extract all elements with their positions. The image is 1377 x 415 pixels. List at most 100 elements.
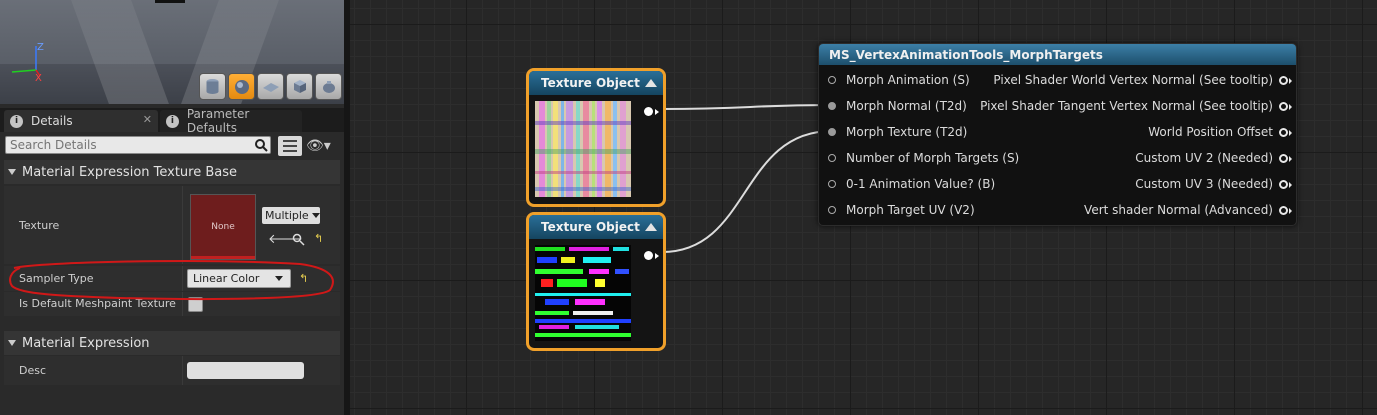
input-pin-row[interactable]: Morph Texture (T2d) (828, 122, 967, 142)
details-panel: Z X i Details ✕ i Parameter Defaults Sea… (0, 0, 344, 415)
input-pin-row[interactable]: Morph Normal (T2d) (828, 96, 967, 116)
info-icon: i (10, 114, 23, 128)
info-icon: i (166, 114, 179, 128)
chevron-down-icon (311, 213, 320, 218)
plane-icon (262, 82, 279, 92)
plane-preview-button[interactable] (257, 73, 284, 100)
material-node-title: MS_VertexAnimationTools_MorphTargets (829, 47, 1103, 62)
output-pin-row[interactable]: Vert shader Normal (Advanced) (1084, 200, 1292, 220)
cube-preview-button[interactable] (286, 73, 313, 100)
input-pin[interactable] (828, 128, 836, 136)
collapse-arrow-icon (8, 169, 16, 175)
teapot-icon (322, 80, 335, 93)
input-pin-row[interactable]: 0-1 Animation Value? (B) (828, 174, 995, 194)
output-pin[interactable] (1279, 127, 1292, 137)
texture-object-node[interactable]: Texture Object (526, 212, 666, 351)
texture-dropdown-value: Multiple (265, 209, 309, 222)
output-pin-row[interactable]: Pixel Shader Tangent Vertex Normal (See … (980, 96, 1292, 116)
tab-details[interactable]: i Details ✕ (4, 110, 158, 132)
category-texture-base[interactable]: Material Expression Texture Base (4, 160, 340, 184)
sphere-icon (234, 79, 249, 94)
category-material-expression[interactable]: Material Expression (4, 331, 340, 355)
texture-preview-image (535, 245, 631, 341)
axis-z-label: Z (37, 42, 44, 53)
input-pin[interactable] (828, 206, 836, 214)
input-pin[interactable] (828, 102, 836, 110)
material-node-header[interactable]: MS_VertexAnimationTools_MorphTargets (819, 44, 1296, 65)
collapse-up-icon[interactable] (645, 223, 657, 231)
material-graph-canvas[interactable]: Texture Object Texture Object MS_VertexA… (350, 0, 1377, 415)
texture-object-node[interactable]: Texture Object (526, 68, 666, 207)
sphere-preview-button[interactable] (228, 73, 255, 100)
material-function-node[interactable]: MS_VertexAnimationTools_MorphTargets Mor… (818, 43, 1297, 226)
input-pin[interactable] (828, 180, 836, 188)
output-pin[interactable] (1279, 179, 1292, 189)
input-pin-row[interactable]: Morph Animation (S) (828, 70, 970, 90)
reset-to-default-icon[interactable]: ↰ (299, 272, 308, 285)
output-pin-label: Pixel Shader World Vertex Normal (See to… (993, 73, 1273, 87)
output-pin[interactable] (1279, 205, 1292, 215)
collapse-up-icon[interactable] (645, 79, 657, 87)
desc-input[interactable] (187, 362, 304, 379)
node-header[interactable]: Texture Object (529, 71, 663, 95)
column-divider (182, 186, 183, 264)
preview-viewport[interactable]: Z X (0, 0, 344, 104)
cylinder-icon (206, 79, 219, 94)
column-divider (182, 266, 183, 291)
desc-label: Desc (19, 364, 47, 377)
axis-x-label: X (35, 73, 42, 82)
input-pin[interactable] (828, 76, 836, 84)
custom-mesh-preview-button[interactable] (315, 73, 342, 100)
tab-parameter-defaults[interactable]: i Parameter Defaults (160, 107, 302, 135)
category-material-expression-label: Material Expression (22, 335, 150, 351)
texture-output-pin[interactable] (644, 107, 659, 116)
output-pin-row[interactable]: World Position Offset (1148, 122, 1292, 142)
preview-mesh-edge (155, 0, 185, 3)
output-pin-row[interactable]: Custom UV 3 (Needed) (1135, 174, 1292, 194)
input-pin-label: Morph Target UV (V2) (846, 203, 975, 217)
input-pin-row[interactable]: Number of Morph Targets (S) (828, 148, 1019, 168)
search-details-input[interactable] (5, 136, 271, 154)
meshpaint-label: Is Default Meshpaint Texture (19, 297, 176, 310)
column-divider (182, 356, 183, 385)
texture-value: None (211, 222, 235, 232)
output-pin-label: Pixel Shader Tangent Vertex Normal (See … (980, 99, 1273, 113)
output-pin-label: Custom UV 3 (Needed) (1135, 177, 1273, 191)
texture-output-pin[interactable] (644, 251, 659, 260)
meshpaint-checkbox[interactable] (188, 297, 203, 312)
collapse-arrow-icon (8, 340, 16, 346)
details-tab-bar: i Details ✕ i Parameter Defaults (0, 107, 344, 135)
view-options-eye-icon[interactable]: 👁▾ (306, 138, 331, 154)
output-pin[interactable] (1279, 153, 1292, 163)
texture-preview-image (535, 101, 631, 197)
close-icon[interactable]: ✕ (143, 113, 152, 126)
search-icon[interactable] (254, 138, 268, 152)
browse-search-icon[interactable] (292, 233, 305, 246)
texture-thumbnail[interactable]: None (190, 194, 256, 260)
axis-gizmo-icon: Z X (11, 42, 44, 82)
property-row-meshpaint: Is Default Meshpaint Texture (4, 292, 340, 316)
texture-asset-dropdown[interactable]: Multiple (262, 207, 320, 224)
output-pin-label: World Position Offset (1148, 125, 1273, 139)
property-row-texture: Texture (4, 186, 340, 264)
sampler-type-dropdown[interactable]: Linear Color (187, 269, 291, 288)
node-title: Texture Object (541, 220, 640, 234)
input-pin-label: Morph Normal (T2d) (846, 99, 967, 113)
texture-label: Texture (19, 219, 60, 232)
category-texture-base-label: Material Expression Texture Base (22, 164, 238, 180)
property-matrix-button[interactable] (278, 136, 302, 156)
output-pin[interactable] (1279, 75, 1292, 85)
output-pin[interactable] (1279, 101, 1292, 111)
sampler-type-value: Linear Color (193, 272, 260, 285)
preview-shape-toolbar (199, 73, 342, 100)
chevron-down-icon (275, 276, 283, 281)
node-header[interactable]: Texture Object (529, 215, 663, 239)
output-pin-row[interactable]: Pixel Shader World Vertex Normal (See to… (993, 70, 1292, 90)
input-pin-row[interactable]: Morph Target UV (V2) (828, 200, 975, 220)
cylinder-preview-button[interactable] (199, 73, 226, 100)
sampler-type-label: Sampler Type (19, 272, 94, 285)
output-pin-row[interactable]: Custom UV 2 (Needed) (1135, 148, 1292, 168)
reset-to-default-icon[interactable]: ↰ (314, 232, 323, 245)
cube-icon (293, 80, 306, 93)
input-pin[interactable] (828, 154, 836, 162)
